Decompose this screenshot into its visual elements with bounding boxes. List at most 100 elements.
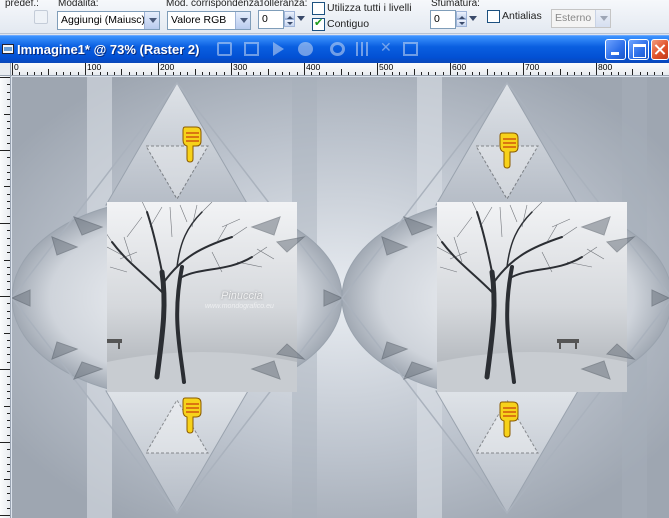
play-icon [273, 42, 284, 56]
antialias-checkbox[interactable] [487, 10, 500, 23]
ruler-tick [603, 72, 604, 75]
ruler-tick [370, 72, 371, 75]
ruler-tick [7, 486, 10, 487]
ruler-tick [180, 72, 181, 75]
use-all-layers-checkbox[interactable] [312, 2, 325, 15]
ruler-tick [516, 72, 517, 75]
feather-input[interactable]: 0 [430, 10, 456, 29]
ruler-tick [56, 72, 57, 75]
ruler-tick [574, 72, 575, 75]
antialias-mode-select[interactable]: Esterno [551, 9, 611, 28]
contiguous-checkbox[interactable] [312, 16, 325, 31]
feather-dropdown-arrow[interactable] [468, 10, 478, 27]
ruler-tick [34, 72, 35, 75]
ruler-tick [435, 72, 436, 75]
ruler-tick [428, 72, 429, 75]
ruler-label: 700 [525, 63, 540, 72]
ruler-tick [195, 69, 196, 75]
ruler-tick [12, 63, 13, 75]
ruler-tick [0, 369, 10, 370]
ruler-tick [611, 72, 612, 75]
ruler-tick [7, 449, 10, 450]
ruler-tick [41, 72, 42, 75]
arrow-up-icon[interactable] [456, 11, 467, 19]
ruler-tick [589, 72, 590, 75]
ruler-tick [581, 72, 582, 75]
ruler-tick [275, 72, 276, 75]
ruler-tick [7, 311, 10, 312]
chevron-down-icon[interactable] [144, 12, 159, 29]
arrow-down-icon[interactable] [456, 19, 467, 27]
feather-stepper[interactable] [456, 11, 467, 28]
image-window-titlebar[interactable]: Immagine1* @ 73% (Raster 2) ✕ [0, 35, 669, 63]
ruler-tick [560, 69, 561, 75]
match-mode-select[interactable]: Valore RGB [167, 11, 251, 30]
ruler-tick [238, 72, 239, 75]
ruler-tick [4, 186, 10, 187]
ruler-tick [92, 72, 93, 75]
ruler-tick [4, 479, 10, 480]
ruler-tick [7, 457, 10, 458]
ruler-tick [7, 325, 10, 326]
ruler-tick [253, 72, 254, 75]
ruler-tick [7, 135, 10, 136]
ruler-tick [618, 72, 619, 75]
antialias-mode-value: Esterno [555, 12, 592, 24]
ruler-tick [129, 72, 130, 75]
ruler-tick [7, 427, 10, 428]
grid-icon [356, 42, 371, 56]
use-all-layers-label: Utilizza tutti i livelli [327, 2, 412, 14]
ring-icon [330, 42, 345, 56]
ruler-tick [7, 84, 10, 85]
minimize-button[interactable] [605, 39, 626, 60]
ruler-tick [7, 99, 10, 100]
close-button[interactable] [651, 39, 669, 60]
tolerance-stepper[interactable] [284, 11, 295, 28]
ruler-tick [392, 72, 393, 75]
preset-icon[interactable] [34, 10, 48, 24]
ruler-tick [7, 252, 10, 253]
ruler-tick [333, 72, 334, 75]
ruler-tick [596, 63, 597, 75]
ruler-tick [7, 354, 10, 355]
mode-select[interactable]: Aggiungi (Maiusc) [57, 11, 160, 30]
ruler-tick [63, 72, 64, 75]
tolerance-input[interactable]: 0 [258, 10, 284, 29]
ruler-tick [304, 63, 305, 75]
chevron-down-icon[interactable] [235, 12, 250, 29]
ruler-tick [632, 69, 633, 75]
ruler-tick [421, 72, 422, 75]
maximize-button[interactable] [628, 39, 649, 60]
arrow-down-icon[interactable] [284, 19, 295, 27]
ruler-tick [114, 72, 115, 75]
ruler-tick [297, 72, 298, 75]
ruler-label: 600 [452, 63, 467, 72]
ruler-tick [523, 63, 524, 75]
ruler-label: 200 [160, 63, 175, 72]
ruler-tick [151, 72, 152, 75]
tolerance-dropdown-arrow[interactable] [296, 10, 306, 27]
ruler-tick [552, 72, 553, 75]
arrow-up-icon[interactable] [284, 11, 295, 19]
ruler-tick [7, 303, 10, 304]
ruler-tick [654, 72, 655, 75]
ruler-tick [7, 340, 10, 341]
ruler-tick [538, 72, 539, 75]
ruler-tick [465, 72, 466, 75]
window-title: Immagine1* @ 73% (Raster 2) [17, 42, 200, 57]
ruler-tick [7, 208, 10, 209]
ruler-tick [7, 318, 10, 319]
image-canvas[interactable]: Pinuccia www.mondografico.eu [12, 77, 669, 518]
chevron-down-icon[interactable] [595, 10, 610, 27]
ruler-tick [173, 72, 174, 75]
ruler-tick [0, 77, 10, 78]
frame-icon [403, 42, 418, 56]
ruler-tick [27, 72, 28, 75]
ruler-tick [443, 72, 444, 75]
ruler-tick [7, 157, 10, 158]
ruler-tick [7, 500, 10, 501]
window-app-icon [2, 44, 14, 54]
ruler-label: 800 [598, 63, 613, 72]
ruler-tick [4, 260, 10, 261]
preset-label: predef.: [5, 0, 39, 9]
